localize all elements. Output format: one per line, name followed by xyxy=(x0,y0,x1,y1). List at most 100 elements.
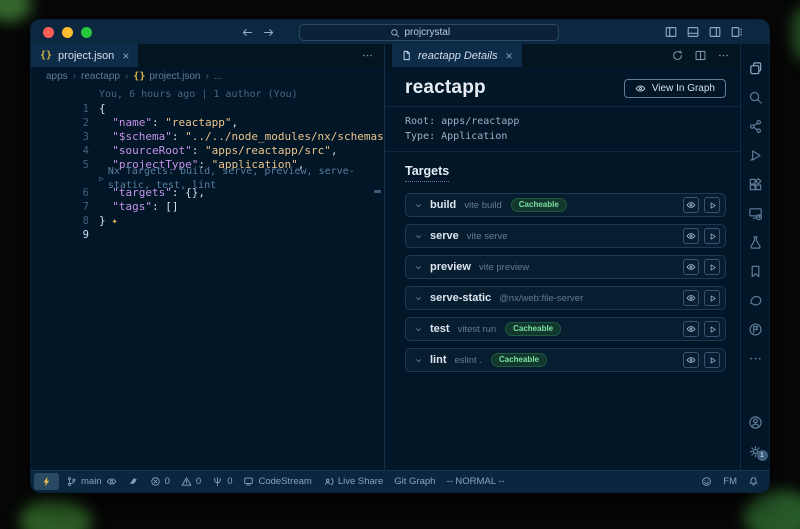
activity-nx-button[interactable] xyxy=(741,286,769,315)
status-git-graph[interactable]: Git Graph xyxy=(394,476,435,487)
ellipsis-icon[interactable] xyxy=(717,49,730,62)
target-row-test[interactable]: testvitest runCacheable xyxy=(405,317,726,341)
close-tab-icon[interactable]: × xyxy=(122,50,129,62)
breadcrumb-item[interactable]: {}project.json xyxy=(133,71,200,82)
code-line[interactable]: 2 "name": "reactapp", xyxy=(31,116,384,130)
run-target-button[interactable] xyxy=(704,197,720,213)
view-in-graph-button[interactable]: View In Graph xyxy=(624,79,726,98)
status-0[interactable]: 0 xyxy=(212,476,232,487)
target-name: preview xyxy=(430,261,471,273)
tab-overflow-ellipsis-icon[interactable] xyxy=(351,44,384,67)
code-line[interactable]: 1{ xyxy=(31,102,384,116)
run-target-button[interactable] xyxy=(704,228,720,244)
status-label: main xyxy=(81,476,102,487)
code-editor[interactable]: You, 6 hours ago | 1 author (You)1{2 "na… xyxy=(31,85,384,470)
target-row-serve-static[interactable]: serve-static@nx/web:file-server xyxy=(405,286,726,310)
code-line[interactable]: 8} ✦ xyxy=(31,214,384,228)
status-bell[interactable] xyxy=(748,476,759,487)
status-0[interactable]: 0 xyxy=(181,476,201,487)
activity-run-debug-button[interactable] xyxy=(741,141,769,170)
zoom-window-button[interactable] xyxy=(81,27,92,38)
activity-files-button[interactable] xyxy=(741,54,769,83)
activity-ellipsis-button[interactable] xyxy=(741,344,769,373)
close-window-button[interactable] xyxy=(43,27,54,38)
wallpaper-glow xyxy=(744,490,800,529)
code-line[interactable]: 4 "sourceRoot": "apps/reactapp/src", xyxy=(31,144,384,158)
tab-project-json[interactable]: {} project.json × xyxy=(31,44,138,67)
close-tab-icon[interactable]: × xyxy=(506,50,513,62)
breadcrumb-item[interactable]: ... xyxy=(214,71,222,82)
search-input[interactable] xyxy=(405,27,469,38)
split-editor-icon[interactable] xyxy=(694,49,707,62)
activity-test-beaker-button[interactable] xyxy=(741,228,769,257)
activity-source-control-button[interactable] xyxy=(741,112,769,141)
breadcrumb-item[interactable]: reactapp xyxy=(81,71,120,82)
trident-icon xyxy=(212,476,223,487)
code-line[interactable]: 7 "tags": [] xyxy=(31,200,384,214)
status-smiley[interactable] xyxy=(701,476,712,487)
ellipsis-icon xyxy=(361,49,374,62)
chevron-down-icon[interactable] xyxy=(414,294,423,303)
view-target-button[interactable] xyxy=(683,352,699,368)
breadcrumb[interactable]: apps›reactapp›{}project.json›... xyxy=(31,67,384,85)
remote-explorer-icon xyxy=(748,206,763,221)
view-target-button[interactable] xyxy=(683,259,699,275)
chevron-down-icon[interactable] xyxy=(414,263,423,272)
cacheable-badge: Cacheable xyxy=(505,322,561,337)
refresh-icon[interactable] xyxy=(671,49,684,62)
status-main[interactable]: main xyxy=(66,476,117,487)
activity-bookmark-button[interactable] xyxy=(741,257,769,286)
layout-sidebar-left-icon[interactable] xyxy=(664,25,678,39)
activity-extensions-button[interactable] xyxy=(741,170,769,199)
target-row-lint[interactable]: linteslint .Cacheable xyxy=(405,348,726,372)
target-row-serve[interactable]: servevite serve xyxy=(405,224,726,248)
view-target-button[interactable] xyxy=(683,197,699,213)
nx-targets-codelens[interactable]: ▷Nx Targets: build, serve, preview, serv… xyxy=(31,172,384,186)
chevron-down-icon[interactable] xyxy=(414,356,423,365)
go-back-icon[interactable] xyxy=(241,26,254,39)
view-target-button[interactable] xyxy=(683,228,699,244)
arrow-right-icon xyxy=(262,26,275,39)
project-root: Root: apps/reactapp xyxy=(405,114,726,129)
status-codestream[interactable]: CodeStream xyxy=(243,476,311,487)
activity-search-button[interactable] xyxy=(741,83,769,112)
code-line[interactable]: 9 xyxy=(31,228,384,242)
status-live-share[interactable]: Live Share xyxy=(323,476,383,487)
layout-sidebar-right-icon[interactable] xyxy=(708,25,722,39)
breadcrumb-item[interactable]: apps xyxy=(46,71,68,82)
play-icon xyxy=(708,294,717,303)
chevron-down-icon[interactable] xyxy=(414,232,423,241)
code-line[interactable]: 3 "$schema": "../../node_modules/nx/sche… xyxy=(31,130,384,144)
view-target-button[interactable] xyxy=(683,321,699,337)
layout-panel-icon[interactable] xyxy=(686,25,700,39)
status-0[interactable]: 0 xyxy=(150,476,170,487)
tab-reactapp-details[interactable]: reactapp Details × xyxy=(392,44,522,67)
layout-customize-icon[interactable] xyxy=(730,25,744,39)
status-normal[interactable]: -- NORMAL -- xyxy=(446,476,504,487)
run-target-button[interactable] xyxy=(704,352,720,368)
target-row-preview[interactable]: previewvite preview xyxy=(405,255,726,279)
chevron-down-icon[interactable] xyxy=(414,325,423,334)
status-bird[interactable] xyxy=(128,476,139,487)
run-target-button[interactable] xyxy=(704,259,720,275)
editor-actions xyxy=(661,44,740,67)
line-content: "sourceRoot": "apps/reactapp/src", xyxy=(99,144,337,158)
target-row-build[interactable]: buildvite buildCacheable xyxy=(405,193,726,217)
activity-flag-circle-button[interactable] xyxy=(741,315,769,344)
view-target-button[interactable] xyxy=(683,290,699,306)
eye-icon xyxy=(635,83,646,94)
command-center-search[interactable] xyxy=(299,24,559,41)
go-forward-icon[interactable] xyxy=(262,26,275,39)
status-zap[interactable] xyxy=(34,473,59,490)
account-icon xyxy=(748,415,763,430)
activity-account-button[interactable] xyxy=(748,408,763,437)
minimize-window-button[interactable] xyxy=(62,27,73,38)
run-target-button[interactable] xyxy=(704,290,720,306)
run-target-button[interactable] xyxy=(704,321,720,337)
activity-gear-button[interactable]: 1 xyxy=(748,437,763,466)
error-circle-icon xyxy=(150,476,161,487)
scrollbar[interactable] xyxy=(374,190,381,193)
activity-remote-explorer-button[interactable] xyxy=(741,199,769,228)
chevron-down-icon[interactable] xyxy=(414,201,423,210)
status-fm[interactable]: FM xyxy=(723,476,737,487)
